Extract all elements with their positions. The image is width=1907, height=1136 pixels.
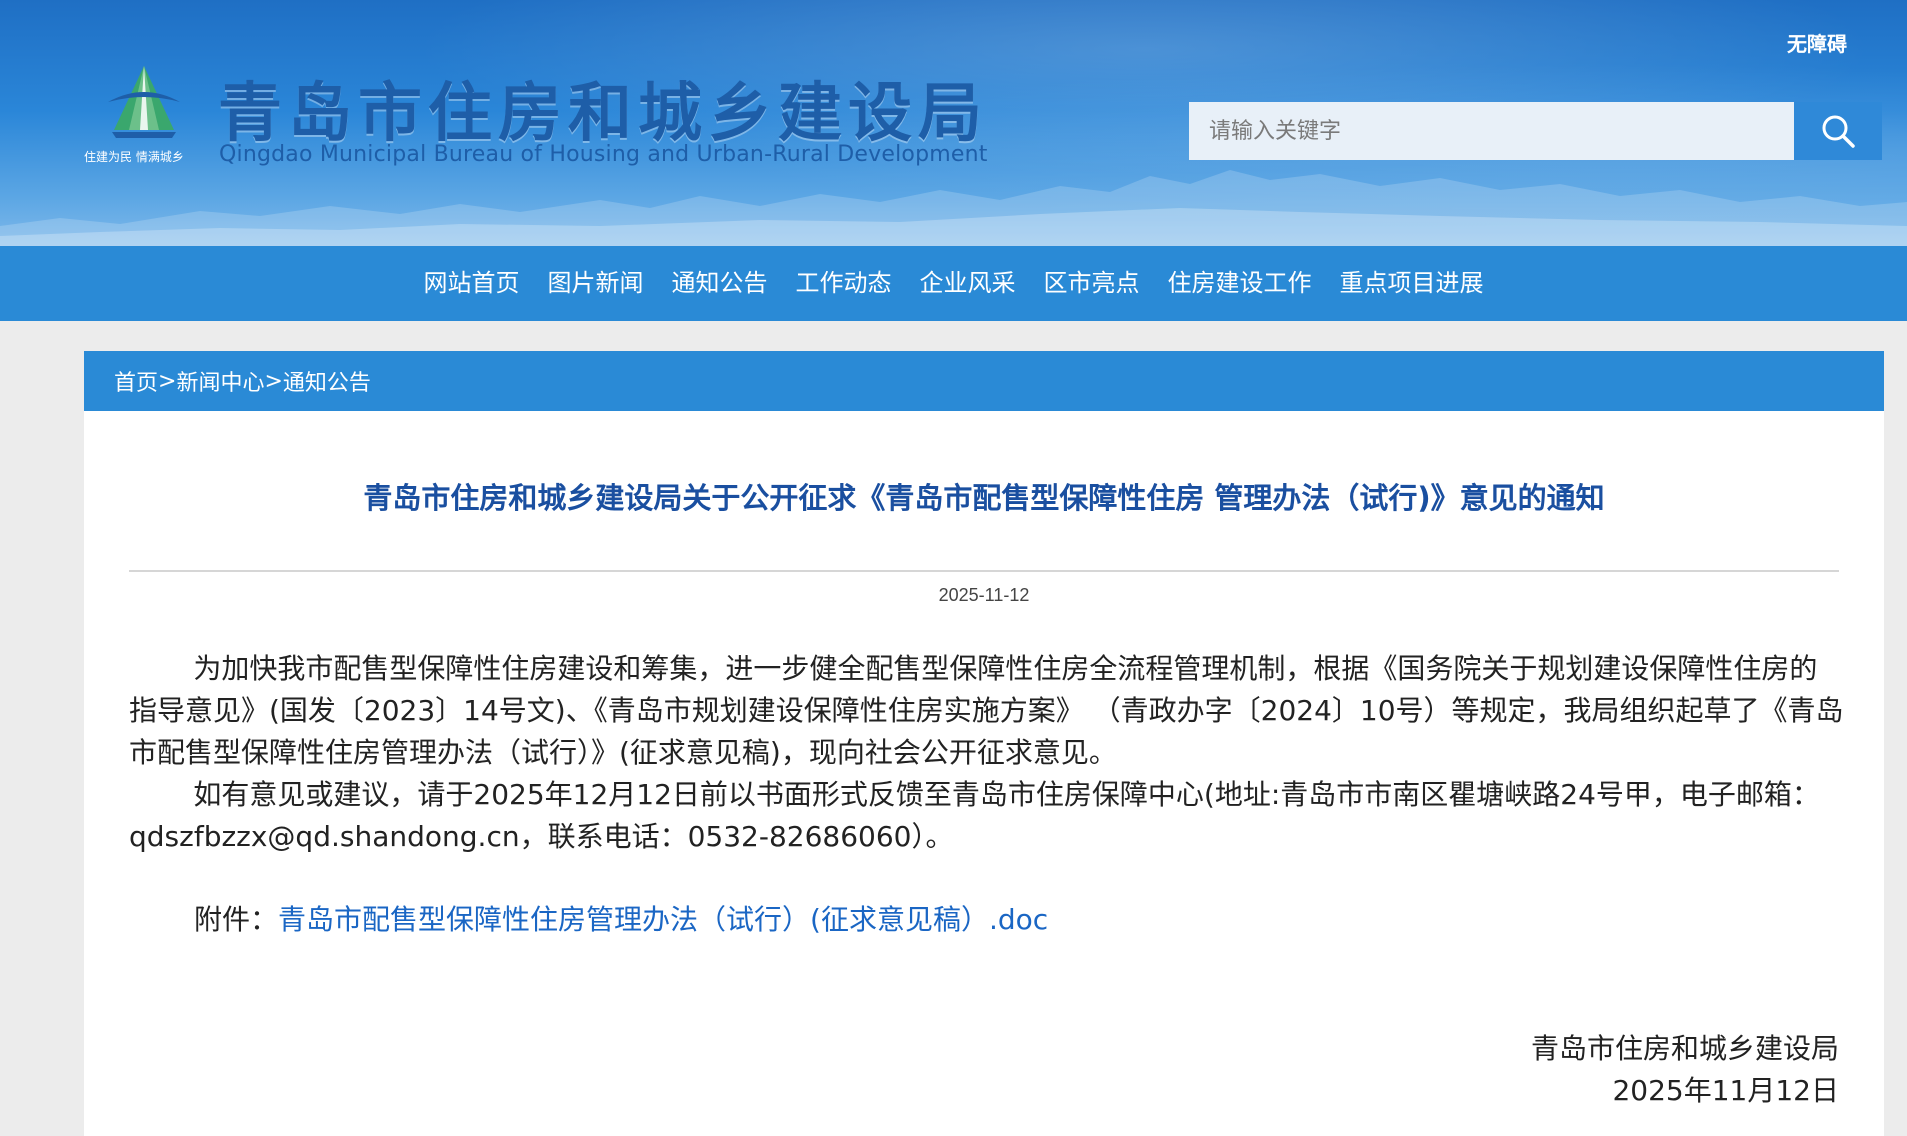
breadcrumb-notices[interactable]: 通知公告: [283, 365, 371, 397]
article-title: 青岛市住房和城乡建设局关于公开征求《青岛市配售型保障性住房 管理办法（试行)》意…: [363, 481, 1605, 515]
title-divider: [129, 570, 1839, 572]
bureau-emblem-icon: [108, 66, 180, 138]
accessibility-link[interactable]: 无障碍: [1787, 28, 1847, 57]
search-input[interactable]: [1189, 102, 1794, 160]
nav-item-housing-work[interactable]: 住房建设工作: [1168, 246, 1312, 321]
breadcrumb-home[interactable]: 首页: [114, 365, 158, 397]
nav-item-enterprise[interactable]: 企业风采: [920, 246, 1016, 321]
main-nav: 网站首页 图片新闻 通知公告 工作动态 企业风采 区市亮点 住房建设工作 重点项…: [0, 246, 1907, 321]
nav-item-work-updates[interactable]: 工作动态: [796, 246, 892, 321]
site-title: 青岛市住房和城乡建设局: [218, 77, 988, 151]
logo-slogan: 住建为民 情满城乡: [84, 150, 184, 164]
city-skyline-decoration: [0, 170, 1907, 246]
article-date: 2025-11-12: [938, 585, 1030, 605]
nav-item-key-projects[interactable]: 重点项目进展: [1340, 246, 1484, 321]
site-header: 住建为民 情满城乡 青岛市住房和城乡建设局 Qingdao Municipal …: [0, 0, 1907, 246]
article-paragraph: 为加快我市配售型保障性住房建设和筹集，进一步健全配售型保障性住房全流程管理机制，…: [129, 652, 1844, 769]
content-panel: 首页 > 新闻中心 > 通知公告 青岛市住房和城乡建设局关于公开征求《青岛市配售…: [84, 351, 1884, 1136]
nav-item-district-highlights[interactable]: 区市亮点: [1044, 246, 1140, 321]
signature-organization: 青岛市住房和城乡建设局: [1530, 1032, 1839, 1065]
site-title-english: Qingdao Municipal Bureau of Housing and …: [219, 142, 988, 167]
attachment-label: 附件：: [194, 903, 279, 936]
article-body: 为加快我市配售型保障性住房建设和筹集，进一步健全配售型保障性住房全流程管理机制，…: [129, 648, 1844, 858]
breadcrumb-separator: >: [264, 368, 283, 394]
article-paragraph: 如有意见或建议，请于2025年12月12日前以书面形式反馈至青岛市住房保障中心(…: [129, 778, 1820, 853]
search-button[interactable]: [1794, 102, 1882, 160]
nav-item-notices[interactable]: 通知公告: [672, 246, 768, 321]
nav-item-photo-news[interactable]: 图片新闻: [548, 246, 644, 321]
signature-date: 2025年11月12日: [1612, 1074, 1839, 1107]
breadcrumb: 首页 > 新闻中心 > 通知公告: [84, 351, 1884, 411]
attachment-link[interactable]: 青岛市配售型保障性住房管理办法（试行）(征求意见稿）.doc: [278, 903, 1048, 936]
breadcrumb-news-center[interactable]: 新闻中心: [176, 365, 264, 397]
nav-item-home[interactable]: 网站首页: [424, 246, 520, 321]
breadcrumb-separator: >: [158, 368, 177, 394]
attachment-row: 附件：青岛市配售型保障性住房管理办法（试行）(征求意见稿）.doc: [194, 899, 1048, 941]
search-icon: [1822, 115, 1855, 148]
